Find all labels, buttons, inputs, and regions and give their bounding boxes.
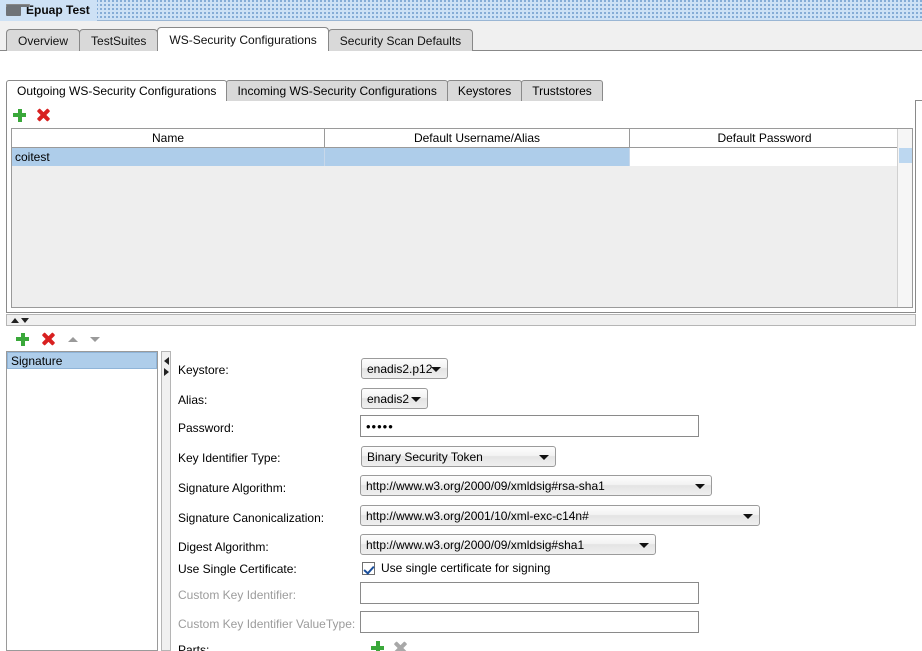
- column-header-name[interactable]: Name: [12, 129, 325, 148]
- delete-configuration-button[interactable]: [35, 107, 52, 124]
- use-single-certificate-checkbox-label: Use single certificate for signing: [381, 561, 551, 575]
- configurations-table-empty-area: [12, 166, 912, 307]
- key-identifier-type-label: Key Identifier Type:: [178, 451, 281, 465]
- keystore-select[interactable]: enadis2.p12: [361, 358, 448, 379]
- signature-canonicalization-value: http://www.w3.org/2001/10/xml-exc-c14n#: [366, 508, 589, 523]
- chevron-down-icon: [695, 483, 705, 489]
- digest-algorithm-value: http://www.w3.org/2000/09/xmldsig#sha1: [366, 537, 585, 552]
- add-part-button[interactable]: [369, 639, 386, 651]
- splitter-collapse-down-icon[interactable]: [21, 317, 29, 323]
- splitter-collapse-right-icon[interactable]: [163, 368, 169, 376]
- entry-editor-area: Signature Keystore: enadis2.p12 Alias: e…: [6, 351, 916, 651]
- window-title-group: Epuap Test: [0, 0, 97, 21]
- tab-security-scan-defaults[interactable]: Security Scan Defaults: [327, 29, 474, 51]
- move-entry-up-button[interactable]: [66, 333, 79, 346]
- folder-icon: [6, 4, 30, 16]
- parts-toolbar: [369, 639, 409, 651]
- subtab-keystores-label: Keystores: [457, 84, 512, 98]
- add-configuration-button[interactable]: [11, 107, 28, 124]
- password-field[interactable]: •••••: [360, 415, 699, 437]
- entry-list[interactable]: Signature: [6, 351, 158, 651]
- tab-testsuites[interactable]: TestSuites: [79, 29, 159, 51]
- main-tab-strip: Overview TestSuites WS-Security Configur…: [0, 21, 922, 52]
- subtab-outgoing-ws-security-configurations[interactable]: Outgoing WS-Security Configurations: [6, 80, 228, 102]
- vertical-splitter[interactable]: [161, 351, 171, 651]
- configurations-table-scrollbar[interactable]: [897, 129, 912, 307]
- password-value: •••••: [366, 418, 394, 434]
- use-single-certificate-checkbox-row[interactable]: Use single certificate for signing: [362, 561, 550, 575]
- use-single-certificate-checkbox[interactable]: [362, 561, 375, 575]
- custom-key-identifier-label: Custom Key Identifier:: [178, 588, 297, 602]
- add-entry-button[interactable]: [14, 331, 31, 348]
- cell-name: coitest: [12, 148, 325, 166]
- chevron-down-icon: [639, 542, 649, 548]
- subtab-truststores-label: Truststores: [532, 84, 592, 98]
- keystore-value: enadis2.p12: [367, 361, 433, 376]
- key-identifier-type-value: Binary Security Token: [367, 449, 483, 464]
- keystore-label: Keystore:: [178, 363, 229, 377]
- column-header-default-username-alias[interactable]: Default Username/Alias: [325, 129, 630, 148]
- custom-key-identifier-field[interactable]: [360, 582, 699, 604]
- signature-algorithm-label: Signature Algorithm:: [178, 481, 287, 495]
- table-row[interactable]: coitest: [12, 148, 912, 166]
- horizontal-splitter[interactable]: [6, 314, 916, 326]
- tab-overview-label: Overview: [18, 33, 69, 48]
- chevron-down-icon: [743, 513, 753, 519]
- configurations-table[interactable]: Name Default Username/Alias Default Pass…: [11, 128, 913, 308]
- application-window: Epuap Test Overview TestSuites WS-Securi…: [0, 0, 922, 651]
- subtab-keystores[interactable]: Keystores: [446, 80, 523, 101]
- entries-toolbar: [6, 328, 916, 350]
- subtab-outgoing-label: Outgoing WS-Security Configurations: [17, 84, 217, 98]
- digest-algorithm-select[interactable]: http://www.w3.org/2000/09/xmldsig#sha1: [360, 534, 656, 555]
- subtab-truststores[interactable]: Truststores: [521, 80, 603, 101]
- parts-label: Parts:: [178, 643, 210, 651]
- signature-algorithm-select[interactable]: http://www.w3.org/2000/09/xmldsig#rsa-sh…: [360, 475, 712, 496]
- subtab-incoming-label: Incoming WS-Security Configurations: [237, 84, 437, 98]
- move-entry-down-button[interactable]: [88, 333, 101, 346]
- configurations-table-header: Name Default Username/Alias Default Pass…: [12, 129, 912, 148]
- configurations-group: Name Default Username/Alias Default Pass…: [6, 100, 916, 313]
- cell-default-password: [630, 148, 899, 166]
- alias-value: enadis2: [367, 391, 410, 406]
- alias-label: Alias:: [178, 393, 208, 407]
- list-item[interactable]: Signature: [7, 352, 157, 369]
- scrollbar-thumb[interactable]: [899, 148, 912, 163]
- key-identifier-type-select[interactable]: Binary Security Token: [361, 446, 556, 467]
- chevron-down-icon: [431, 366, 441, 372]
- signature-entry-form: Keystore: enadis2.p12 Alias: enadis2 Pas…: [173, 351, 916, 651]
- tab-ws-security-configurations[interactable]: WS-Security Configurations: [157, 27, 329, 52]
- delete-part-button: [392, 639, 409, 651]
- chevron-down-icon: [539, 454, 549, 460]
- custom-key-identifier-valuetype-label: Custom Key Identifier ValueType:: [178, 617, 356, 631]
- ws-security-configurations-panel: Outgoing WS-Security Configurations Inco…: [0, 51, 922, 651]
- signature-canonicalization-select[interactable]: http://www.w3.org/2001/10/xml-exc-c14n#: [360, 505, 760, 526]
- window-title-bar: Epuap Test: [0, 0, 922, 21]
- tab-overview[interactable]: Overview: [6, 29, 81, 51]
- cell-default-username-alias: [325, 148, 630, 166]
- signature-algorithm-value: http://www.w3.org/2000/09/xmldsig#rsa-sh…: [366, 478, 605, 493]
- signature-canonicalization-label: Signature Canonicalization:: [178, 511, 325, 525]
- delete-entry-button[interactable]: [40, 331, 57, 348]
- digest-algorithm-label: Digest Algorithm:: [178, 540, 269, 554]
- chevron-down-icon: [411, 396, 421, 402]
- window-title: Epuap Test: [26, 3, 90, 17]
- column-header-default-password[interactable]: Default Password: [630, 129, 899, 148]
- custom-key-identifier-valuetype-field[interactable]: [360, 611, 699, 633]
- subtab-incoming-ws-security-configurations[interactable]: Incoming WS-Security Configurations: [226, 80, 448, 101]
- password-label: Password:: [178, 421, 235, 435]
- splitter-collapse-left-icon[interactable]: [163, 357, 169, 365]
- splitter-collapse-up-icon[interactable]: [11, 317, 19, 323]
- alias-select[interactable]: enadis2: [361, 388, 428, 409]
- tab-ws-security-configurations-label: WS-Security Configurations: [169, 32, 317, 47]
- tab-security-scan-defaults-label: Security Scan Defaults: [339, 33, 462, 48]
- list-item-label: Signature: [11, 353, 63, 368]
- sub-tab-strip: Outgoing WS-Security Configurations Inco…: [6, 78, 922, 102]
- configurations-toolbar: [11, 104, 52, 126]
- tab-testsuites-label: TestSuites: [91, 33, 147, 48]
- use-single-certificate-label: Use Single Certificate:: [178, 562, 297, 576]
